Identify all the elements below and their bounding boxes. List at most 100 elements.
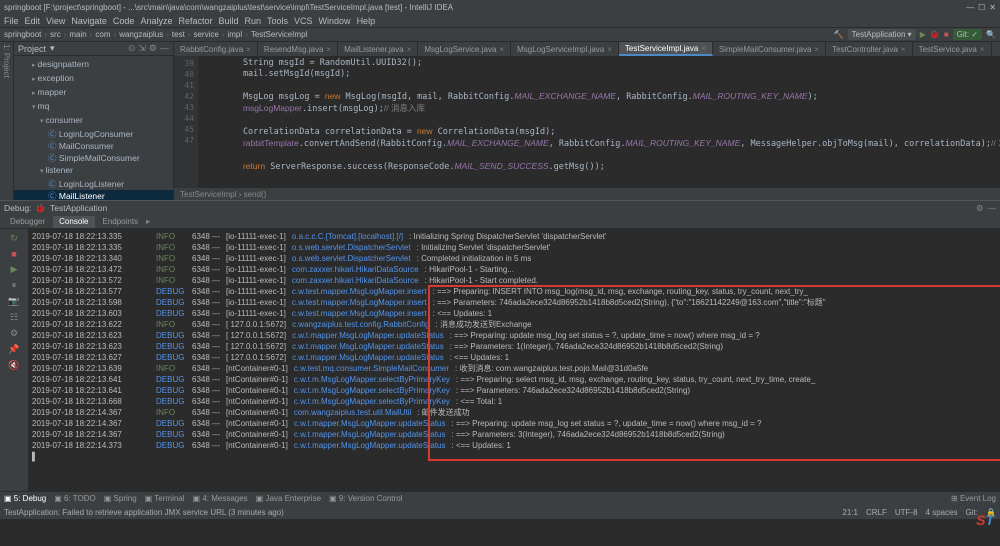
settings-icon[interactable]: ⚙ <box>10 328 18 339</box>
close-tab-icon[interactable]: × <box>607 45 612 54</box>
menu-view[interactable]: View <box>46 16 65 26</box>
menu-edit[interactable]: Edit <box>25 16 41 26</box>
tree-item[interactable]: Ⓒ MailConsumer <box>14 140 173 152</box>
tree-item[interactable]: mapper <box>14 86 173 100</box>
indent-info[interactable]: 4 spaces <box>926 508 958 517</box>
tree-item[interactable]: Ⓒ MailListener <box>14 190 173 200</box>
build-icon[interactable]: 🔨 <box>834 30 844 39</box>
editor-tab[interactable]: SimpleMailConsumer.java× <box>713 42 826 56</box>
editor-tab[interactable]: TestService.java× <box>913 42 992 56</box>
breadcrumb-item[interactable]: main <box>69 30 86 39</box>
editor-tab[interactable]: MsgLogService.java× <box>418 42 511 56</box>
debug-icon[interactable]: 🐞 <box>930 30 940 39</box>
camera-icon[interactable]: 📷 <box>8 296 19 307</box>
collapse-icon[interactable]: ⇲ <box>138 43 146 54</box>
menu-navigate[interactable]: Navigate <box>71 16 107 26</box>
close-tab-icon[interactable]: × <box>701 44 706 53</box>
hide-icon[interactable]: — <box>988 203 997 214</box>
breadcrumb-item[interactable]: src <box>50 30 61 39</box>
debug-tab-debugger[interactable]: Debugger <box>4 216 51 228</box>
close-tab-icon[interactable]: × <box>246 45 251 54</box>
caret-position[interactable]: 21:1 <box>842 508 858 517</box>
editor-tab[interactable]: TestServiceImpl.java× <box>619 42 713 56</box>
run-config-selector[interactable]: TestApplication ▾ <box>848 29 916 40</box>
tree-item[interactable]: Ⓒ LoginLogListener <box>14 178 173 190</box>
gear-icon[interactable]: ⚙ <box>976 203 984 214</box>
pin-icon[interactable]: 📌 <box>8 344 19 355</box>
file-encoding[interactable]: UTF-8 <box>895 508 918 517</box>
bottom-tab[interactable]: ▣ Terminal <box>145 494 185 503</box>
menu-window[interactable]: Window <box>319 16 351 26</box>
close-tab-icon[interactable]: × <box>980 45 985 54</box>
tree-item[interactable]: designpattern <box>14 58 173 72</box>
debug-tab-console[interactable]: Console <box>53 216 94 228</box>
bottom-tab[interactable]: ▣ 5: Debug <box>4 494 46 503</box>
rerun-icon[interactable]: ↻ <box>10 233 18 244</box>
tree-item[interactable]: listener <box>14 164 173 178</box>
project-tool-button[interactable]: 1: Project <box>2 44 11 78</box>
editor-tab[interactable]: MailListener.java× <box>338 42 418 56</box>
tree-item[interactable]: consumer <box>14 114 173 128</box>
event-log-tab[interactable]: ⊞ Event Log <box>951 494 996 503</box>
close-tab-icon[interactable]: × <box>814 45 819 54</box>
tree-item[interactable]: Ⓒ SimpleMailConsumer <box>14 152 173 164</box>
debug-tab-endpoints[interactable]: Endpoints <box>97 216 145 228</box>
close-tab-icon[interactable]: × <box>499 45 504 54</box>
menu-build[interactable]: Build <box>218 16 238 26</box>
locate-icon[interactable]: ⊙ <box>128 43 136 54</box>
chevron-down-icon[interactable]: ▾ <box>50 43 55 54</box>
menu-help[interactable]: Help <box>357 16 376 26</box>
line-separator[interactable]: CRLF <box>866 508 887 517</box>
breadcrumb-item[interactable]: TestServiceImpl <box>251 30 307 39</box>
editor-tab[interactable]: RabbitConfig.java× <box>174 42 258 56</box>
menu-tools[interactable]: Tools <box>267 16 288 26</box>
breadcrumb-item[interactable]: springboot <box>4 30 41 39</box>
bottom-tab[interactable]: ▣ Spring <box>104 494 137 503</box>
close-icon[interactable]: ✕ <box>989 3 996 12</box>
menu-refactor[interactable]: Refactor <box>178 16 212 26</box>
editor-tab[interactable]: TestController.java× <box>826 42 912 56</box>
stop-icon[interactable]: ■ <box>11 249 16 259</box>
breadcrumb-item[interactable]: impl <box>227 30 242 39</box>
close-tab-icon[interactable]: × <box>901 45 906 54</box>
bottom-tab[interactable]: ▣ Java Enterprise <box>256 494 321 503</box>
menu-run[interactable]: Run <box>245 16 262 26</box>
editor-tab[interactable]: MsgLogServiceImpl.java× <box>511 42 619 56</box>
mute-icon[interactable]: 🔇 <box>8 360 19 371</box>
tree-item[interactable]: mq <box>14 100 173 114</box>
status-message: TestApplication: Failed to retrieve appl… <box>4 508 284 517</box>
tree-item[interactable]: Ⓒ LoginLogConsumer <box>14 128 173 140</box>
bottom-tab[interactable]: ▣ 4: Messages <box>193 494 248 503</box>
layout-icon[interactable]: ☷ <box>10 312 18 323</box>
breadcrumb-item[interactable]: test <box>172 30 185 39</box>
close-tab-icon[interactable]: × <box>326 45 331 54</box>
hide-icon[interactable]: — <box>160 43 169 54</box>
project-tree[interactable]: designpatternexceptionmappermqconsumerⒸ … <box>14 56 173 200</box>
breadcrumb-item[interactable]: service <box>193 30 218 39</box>
maximize-icon[interactable]: ☐ <box>978 3 985 12</box>
tree-item[interactable]: exception <box>14 72 173 86</box>
close-tab-icon[interactable]: × <box>407 45 412 54</box>
menu-code[interactable]: Code <box>113 16 135 26</box>
editor-tab[interactable]: ResendMsg.java× <box>258 42 338 56</box>
code-editor[interactable]: String msgId = RandomUtil.UUID32(); mail… <box>198 56 1000 188</box>
menu-file[interactable]: File <box>4 16 19 26</box>
breadcrumb[interactable]: springboot›src›main›com›wangzaiplus›test… <box>4 30 307 39</box>
gear-icon[interactable]: ⚙ <box>149 43 157 54</box>
pause-icon[interactable]: ⏸ <box>12 280 17 291</box>
bottom-tab[interactable]: ▣ 6: TODO <box>54 494 96 503</box>
menu-analyze[interactable]: Analyze <box>140 16 172 26</box>
search-icon[interactable]: 🔍 <box>986 30 996 39</box>
log-line: 2019-07-18 18:22:14.367INFO6348 --- [ntC… <box>32 407 996 418</box>
menu-vcs[interactable]: VCS <box>294 16 313 26</box>
git-toolbar[interactable]: Git: ✓ <box>953 29 982 40</box>
editor-breadcrumb[interactable]: TestServiceImpl › send() <box>174 188 1000 200</box>
minimize-icon[interactable]: — <box>966 3 974 12</box>
console-output[interactable]: 2019-07-18 18:22:13.335INFO6348 --- [io-… <box>28 229 1000 491</box>
breadcrumb-item[interactable]: com <box>95 30 110 39</box>
bottom-tab[interactable]: ▣ 9: Version Control <box>329 494 402 503</box>
stop-icon[interactable]: ■ <box>944 30 949 39</box>
run-icon[interactable]: ▶ <box>920 30 926 39</box>
breadcrumb-item[interactable]: wangzaiplus <box>119 30 163 39</box>
resume-icon[interactable]: ▶ <box>11 264 18 275</box>
